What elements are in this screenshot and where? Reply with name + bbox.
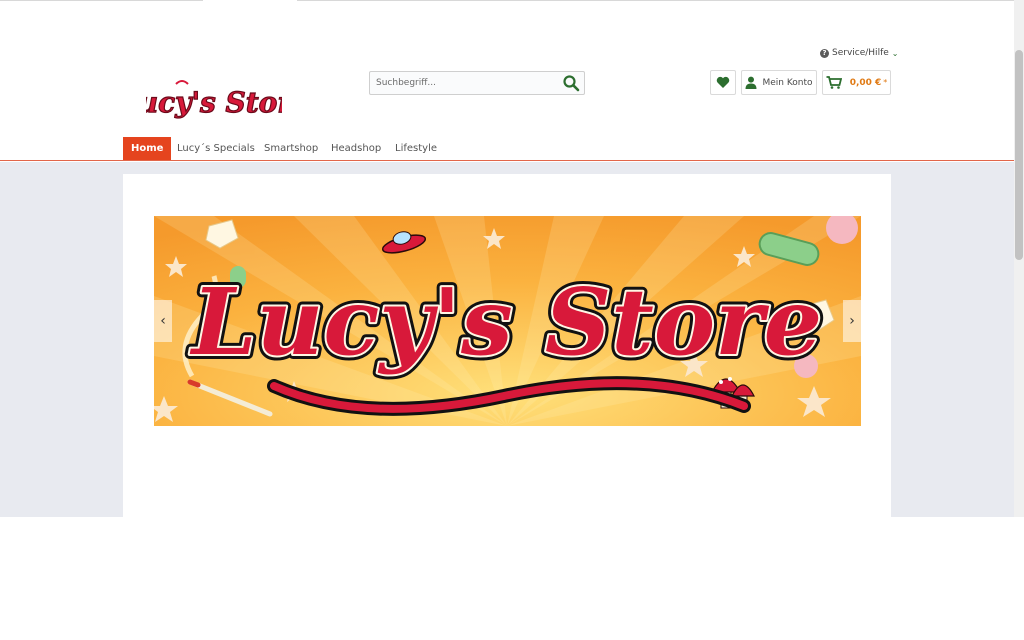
account-button[interactable]: Mein Konto <box>741 70 817 95</box>
logo-flourish <box>175 80 189 85</box>
search-icon[interactable] <box>562 74 580 92</box>
question-icon: ? <box>820 48 829 58</box>
service-help-label: Service/Hilfe <box>832 48 889 58</box>
nav-item-smartshop[interactable]: Smartshop <box>256 137 326 160</box>
cart-footnote-star: * <box>883 78 888 87</box>
cart-icon <box>826 76 842 89</box>
cart-button[interactable]: 0,00 € * <box>822 70 891 95</box>
page-scrollbar-thumb[interactable] <box>1015 50 1023 260</box>
search-input[interactable] <box>370 72 556 94</box>
store-logo[interactable]: Lucy's Store <box>146 74 282 130</box>
banner-prev-button[interactable]: ‹ <box>154 300 172 342</box>
cart-amount: 0,00 € <box>849 77 882 88</box>
logo-text: Lucy's Store <box>146 86 282 119</box>
chevron-left-icon: ‹ <box>160 313 166 329</box>
chevron-right-icon: › <box>849 313 855 329</box>
nav-item-lifestyle[interactable]: Lifestyle <box>387 137 445 160</box>
user-icon <box>745 76 757 89</box>
wishlist-button[interactable] <box>710 70 736 95</box>
nav-item-headshop[interactable]: Headshop <box>323 137 389 160</box>
search-box <box>369 71 585 95</box>
main-navigation: Home Lucy´s Specials Smartshop Headshop … <box>0 137 1014 161</box>
blank-area <box>0 517 1024 640</box>
banner-next-button[interactable]: › <box>843 300 861 342</box>
service-help-menu[interactable]: ? Service/Hilfe ⌄ <box>820 48 898 58</box>
nav-item-home[interactable]: Home <box>123 137 172 160</box>
chevron-down-icon: ⌄ <box>891 48 899 58</box>
nav-item-lucys-specials[interactable]: Lucy´s Specials <box>169 137 263 160</box>
hero-banner[interactable]: Lucy's Store Lucy's Store Lucy's Store <box>154 216 861 426</box>
tab-indicator <box>203 0 297 2</box>
heart-icon <box>716 76 730 88</box>
account-label: Mein Konto <box>762 77 813 88</box>
banner-title: Lucy's Store <box>189 268 822 376</box>
